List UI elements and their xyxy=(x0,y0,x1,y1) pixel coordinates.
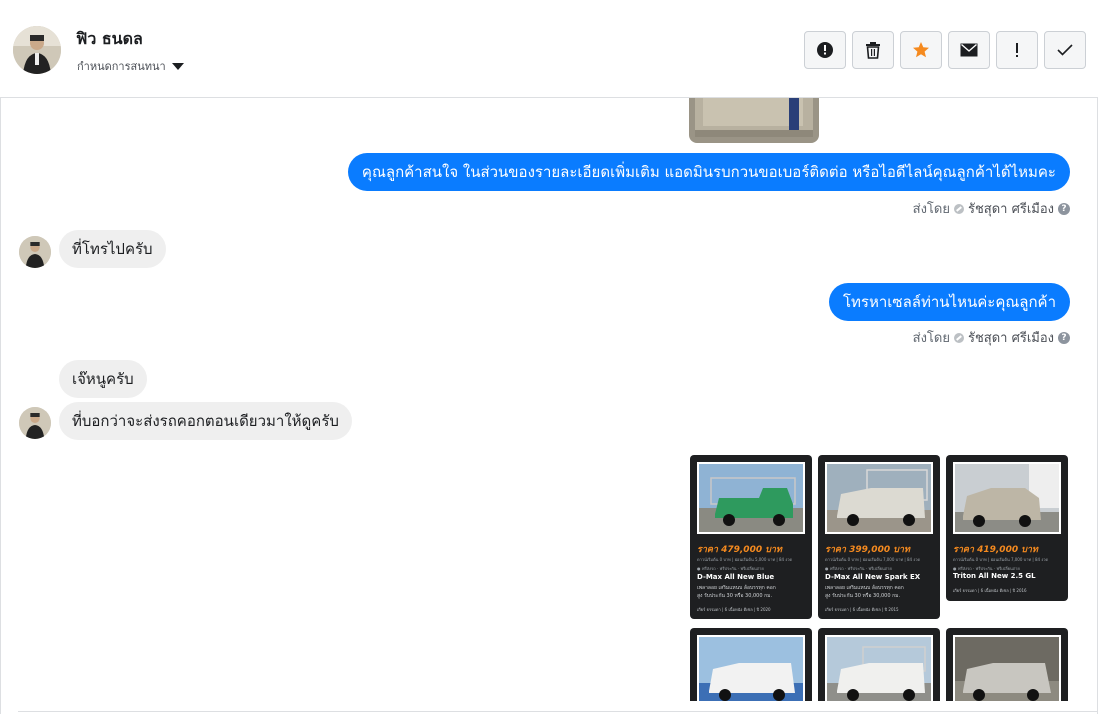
mark-spam-button[interactable] xyxy=(804,31,846,69)
agent-name: รัชสุดา ศรีเมือง xyxy=(967,331,1054,346)
agent-status-icon xyxy=(953,203,964,214)
agent-name: รัชสุดา ศรีเมือง xyxy=(967,202,1054,217)
shared-image-car-listing[interactable] xyxy=(946,628,1068,701)
car-price: ราคา 419,000 บาท xyxy=(953,545,1038,555)
star-icon xyxy=(913,42,929,58)
check-icon xyxy=(1057,44,1073,56)
contact-avatar-small[interactable] xyxy=(19,236,51,268)
car-fineprint: ● ฟรีส่งรถ · ฟรีประกัน · ฟรีเปลี่ยนถ่าย xyxy=(825,566,892,571)
shared-image-car-listing[interactable] xyxy=(818,628,940,701)
contact-name: ฟิว ธนดล xyxy=(76,29,143,48)
car-model: Triton All New 2.5 GL xyxy=(953,572,1036,580)
shared-image-car-listing[interactable]: ราคา 479,000 บาท ดาวน์เริ่มต้น 0 บาท | ผ… xyxy=(690,455,812,619)
car-fineprint: ● ฟรีส่งรถ · ฟรีประกัน · ฟรีเปลี่ยนถ่าย xyxy=(697,566,764,571)
mark-unread-button[interactable] xyxy=(948,31,990,69)
exclamation-icon xyxy=(1016,43,1018,57)
sent-by-info: ส่งโดย รัชสุดา ศรีเมือง ? xyxy=(913,327,1070,348)
car-fineprint: ดาวน์เริ่มต้น 0 บาท | ผ่อนเริ่มต้น 7,000… xyxy=(953,557,1049,562)
message-bubble-outgoing[interactable]: โทรหาเซลล์ท่านไหนค่ะคุณลูกค้า xyxy=(828,283,1070,321)
car-meta: เกียร์ ธรรมดา | 6 เนื้อหนัง ดีเซล | ปี 2… xyxy=(825,607,899,612)
envelope-icon xyxy=(960,43,978,57)
car-description: สูง รับประกัน 30 หรือ 30,000 กม. xyxy=(697,593,773,599)
car-photo xyxy=(697,635,805,701)
conversation-header: ฟิว ธนดล กำหนดการสนทนา xyxy=(0,0,1098,98)
help-icon[interactable]: ? xyxy=(1058,202,1070,215)
message-bubble-incoming[interactable]: เจ๊หนูครับ xyxy=(59,360,147,398)
follow-up-button[interactable] xyxy=(996,31,1038,69)
car-photo xyxy=(825,462,933,534)
contact-avatar[interactable] xyxy=(13,26,61,74)
shared-image-car-listing[interactable]: ราคา 419,000 บาท ดาวน์เริ่มต้น 0 บาท | ผ… xyxy=(946,455,1068,601)
car-fineprint: ● ฟรีส่งรถ · ฟรีประกัน · ฟรีเปลี่ยนถ่าย xyxy=(953,566,1020,571)
car-photo xyxy=(697,462,805,534)
shared-image-car-listing[interactable] xyxy=(690,628,812,701)
car-price: ราคา 479,000 บาท xyxy=(697,545,782,555)
car-meta: เกียร์ ธรรมดา | 6 เนื้อหนัง ดีเซล | ปี 2… xyxy=(697,607,771,612)
car-model: D-Max All New Spark EX xyxy=(825,573,921,581)
agent-status-icon xyxy=(953,332,964,343)
trash-icon xyxy=(866,42,880,59)
message-bubble-incoming[interactable]: ที่บอกว่าจะส่งรถคอกตอนเดียวมาให้ดูครับ xyxy=(59,402,352,440)
assign-label: กำหนดการสนทนา xyxy=(77,60,166,73)
message-bubble-outgoing[interactable]: คุณลูกค้าสนใจ ในส่วนของรายละเอียดเพิ่มเต… xyxy=(347,153,1070,191)
shared-image-car-interior[interactable] xyxy=(689,98,819,143)
car-model: D-Max All New Blue xyxy=(697,573,775,581)
car-description: เพลาลอย เสริมแหนบ ล้อบรรทุก คอก xyxy=(825,585,904,591)
shared-image-car-listing[interactable]: ราคา 399,000 บาท ดาวน์เริ่มต้น 0 บาท | ผ… xyxy=(818,455,940,619)
contact-avatar-small[interactable] xyxy=(19,407,51,439)
car-photo xyxy=(953,462,1061,534)
message-thread[interactable]: คุณลูกค้าสนใจ ในส่วนของรายละเอียดเพิ่มเต… xyxy=(0,98,1098,701)
alert-circle-icon xyxy=(817,42,833,58)
assign-conversation-dropdown[interactable]: กำหนดการสนทนา xyxy=(77,57,184,75)
sent-by-label: ส่งโดย xyxy=(912,202,950,217)
message-bubble-incoming[interactable]: ที่โทรไปครับ xyxy=(59,230,166,268)
car-price: ราคา 399,000 บาท xyxy=(825,545,910,555)
star-button[interactable] xyxy=(900,31,942,69)
sent-by-info: ส่งโดย รัชสุดา ศรีเมือง ? xyxy=(913,198,1070,219)
mark-done-button[interactable] xyxy=(1044,31,1086,69)
car-description: เพลาลอย เสริมแหนบ ล้อบรรทุก คอก xyxy=(697,585,776,591)
car-fineprint: ดาวน์เริ่มต้น 0 บาท | ผ่อนเริ่มต้น 7,000… xyxy=(825,557,921,562)
car-photo xyxy=(825,635,933,701)
car-photo xyxy=(953,635,1061,701)
car-meta: เกียร์ ธรรมดา | 6 เนื้อหนัง ดีเซล | ปี 2… xyxy=(953,588,1027,593)
help-icon[interactable]: ? xyxy=(1058,331,1070,344)
conversation-toolbar xyxy=(804,31,1086,69)
car-description: สูง รับประกัน 30 หรือ 30,000 กม. xyxy=(825,593,901,599)
sent-by-label: ส่งโดย xyxy=(912,331,950,346)
caret-down-icon xyxy=(171,62,184,70)
delete-button[interactable] xyxy=(852,31,894,69)
car-fineprint: ดาวน์เริ่มต้น 0 บาท | ผ่อนเริ่มต้น 5,000… xyxy=(697,557,793,562)
